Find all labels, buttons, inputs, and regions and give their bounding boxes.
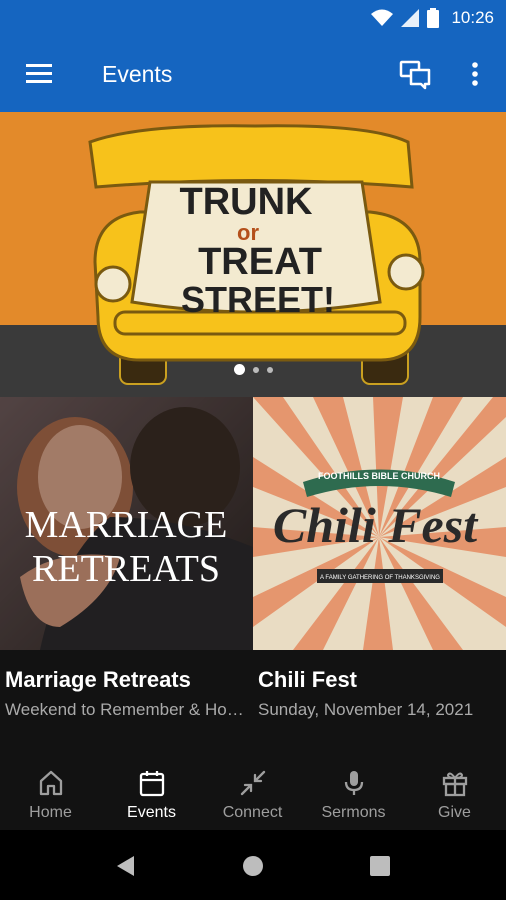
- event-title: Marriage Retreats: [5, 667, 191, 692]
- event-card-chili-fest[interactable]: FOOTHILLS BIBLE CHURCH Chili Fest A FAMI…: [253, 397, 506, 732]
- nav-item-connect[interactable]: Connect: [202, 760, 303, 830]
- nav-item-events[interactable]: Events: [101, 760, 202, 830]
- system-navigation-bar: [0, 830, 506, 900]
- app-bar: Events: [0, 36, 506, 112]
- carousel-dot[interactable]: [233, 364, 245, 375]
- hero-text-trunk: TRUNK: [180, 181, 314, 223]
- nav-label: Events: [127, 804, 176, 821]
- nav-item-give[interactable]: Give: [404, 760, 505, 830]
- carousel-dot[interactable]: [266, 366, 273, 373]
- event-title: Chili Fest: [258, 667, 358, 692]
- page-title: Events: [102, 61, 173, 87]
- chat-icon[interactable]: [398, 58, 432, 90]
- menu-icon[interactable]: [22, 60, 58, 88]
- back-icon[interactable]: [114, 854, 138, 878]
- event-subtitle: Sunday, November 14, 2021: [258, 700, 474, 719]
- hero-text-treat: TREAT: [198, 241, 322, 283]
- battery-icon: [427, 8, 440, 28]
- trunk-or-treat-image: TRUNK or TREAT STREET!: [0, 112, 506, 397]
- carousel-indicator: [0, 364, 506, 375]
- wifi-icon: [371, 9, 394, 26]
- microphone-icon: [344, 771, 363, 795]
- bottom-navigation: Home Events Connect Sermons Give: [0, 760, 506, 830]
- status-bar: 10:26: [0, 0, 506, 36]
- nav-item-sermons[interactable]: Sermons: [303, 760, 404, 830]
- nav-item-home[interactable]: Home: [0, 760, 101, 830]
- event-card-marriage-retreats[interactable]: MARRIAGE RETREATS Marriage Retreats Week…: [0, 397, 253, 732]
- gift-icon: [442, 772, 467, 797]
- nav-label: Give: [438, 804, 471, 821]
- connect-icon: [240, 770, 265, 796]
- home-icon: [39, 770, 62, 796]
- image-title: Chili Fest: [273, 497, 479, 553]
- nav-label: Home: [29, 804, 72, 821]
- nav-label: Sermons: [321, 804, 386, 821]
- image-text-retreats: RETREATS: [32, 548, 220, 590]
- more-options-icon[interactable]: [462, 58, 488, 90]
- nav-label: Connect: [222, 804, 283, 821]
- home-button-icon[interactable]: [242, 855, 264, 877]
- chili-fest-image: FOOTHILLS BIBLE CHURCH Chili Fest A FAMI…: [253, 397, 506, 650]
- status-time: 10:26: [451, 8, 494, 27]
- image-header: FOOTHILLS BIBLE CHURCH: [318, 471, 440, 481]
- event-thumbnail: FOOTHILLS BIBLE CHURCH Chili Fest A FAMI…: [253, 397, 506, 650]
- signal-icon: [401, 9, 420, 27]
- marriage-retreats-image: MARRIAGE RETREATS: [0, 397, 253, 650]
- calendar-icon: [139, 771, 164, 797]
- image-tagline: A FAMILY GATHERING OF THANKSGIVING: [320, 575, 440, 581]
- hero-text-street: STREET!: [181, 279, 335, 320]
- carousel-dot[interactable]: [252, 366, 259, 373]
- recents-icon[interactable]: [369, 855, 391, 877]
- event-thumbnail: MARRIAGE RETREATS: [0, 397, 253, 650]
- image-text-marriage: MARRIAGE: [25, 504, 228, 546]
- featured-event-carousel[interactable]: TRUNK or TREAT STREET!: [0, 112, 506, 397]
- event-subtitle: Weekend to Remember & Homebuilders: [5, 700, 245, 719]
